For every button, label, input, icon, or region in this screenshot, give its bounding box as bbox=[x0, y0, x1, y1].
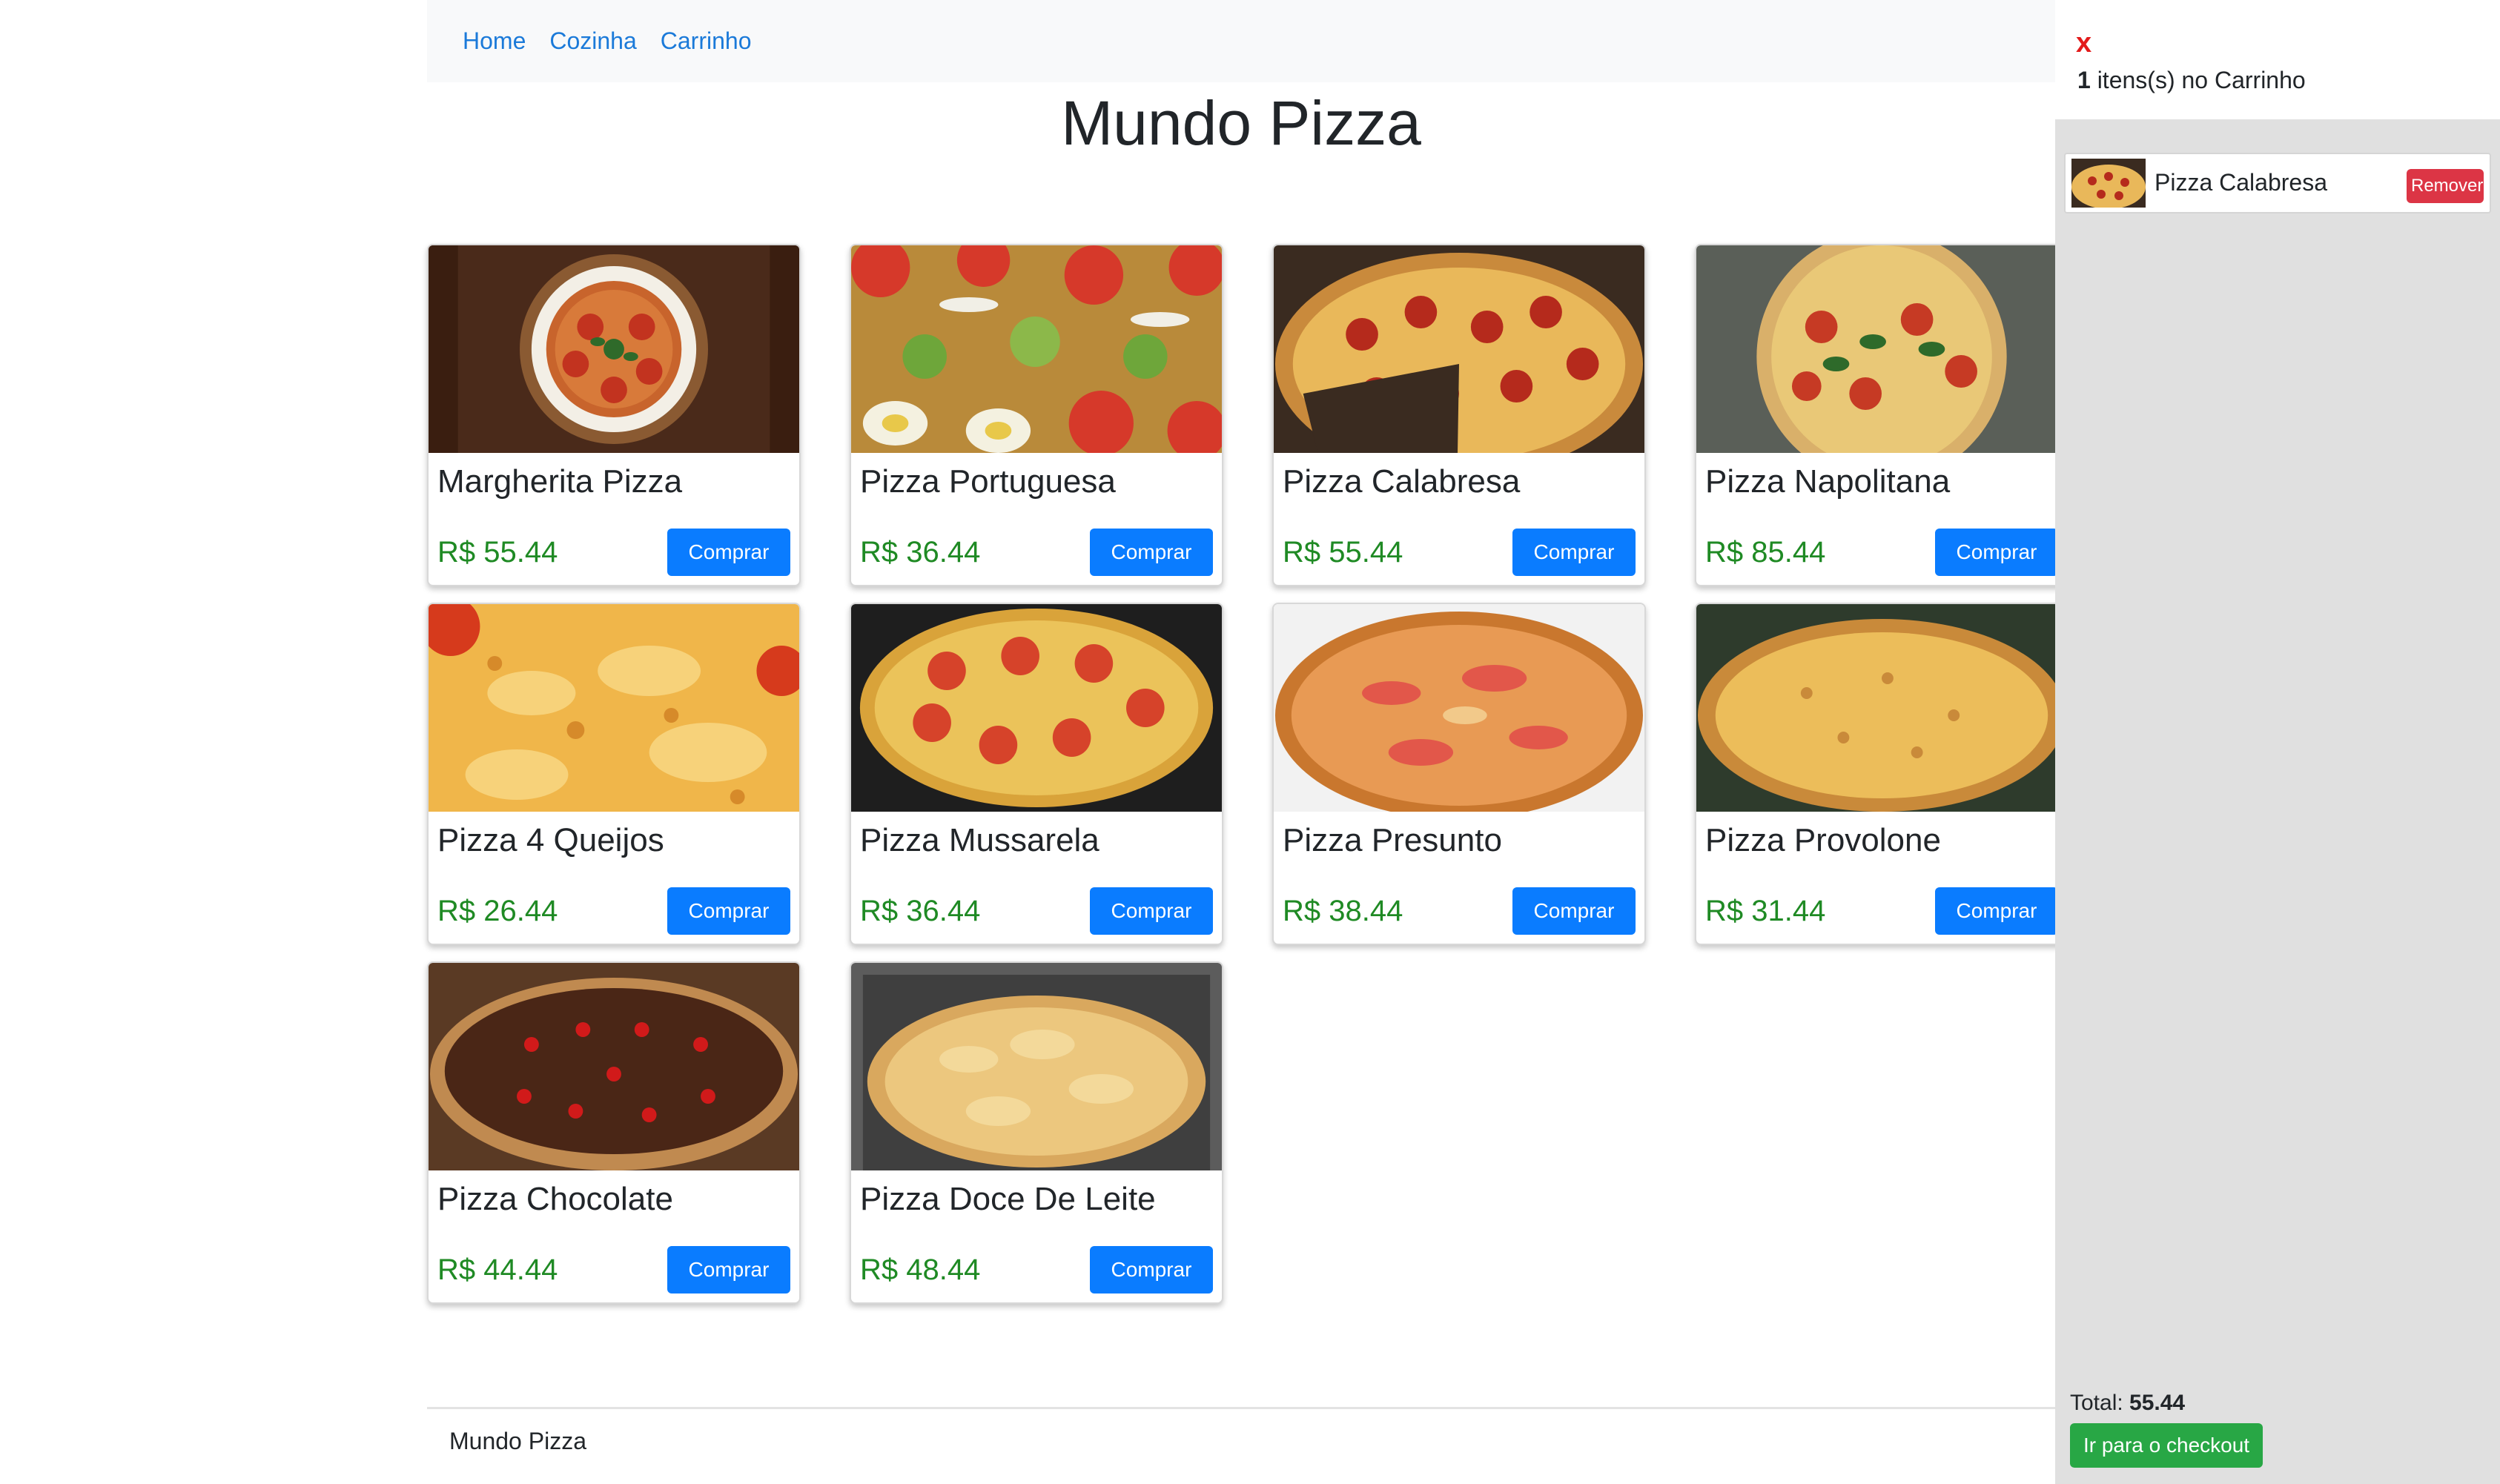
nav-link-carrinho[interactable]: Carrinho bbox=[661, 27, 752, 55]
cart-count: 1 itens(s) no Carrinho bbox=[2077, 67, 2306, 94]
product-price: R$ 31.44 bbox=[1705, 895, 1826, 927]
product-name: Pizza Doce De Leite bbox=[860, 1181, 1156, 1217]
buy-button[interactable]: Comprar bbox=[667, 1246, 790, 1293]
product-name: Pizza Provolone bbox=[1705, 822, 1941, 858]
product-image bbox=[429, 963, 799, 1170]
product-price: R$ 38.44 bbox=[1283, 895, 1403, 927]
buy-button[interactable]: Comprar bbox=[1090, 529, 1213, 576]
product-card: Pizza Presunto R$ 38.44 Comprar bbox=[1272, 603, 1646, 945]
cart-header: x 1 itens(s) no Carrinho bbox=[2055, 0, 2500, 119]
product-card: Pizza Napolitana R$ 85.44 Comprar bbox=[1695, 244, 2069, 586]
product-price: R$ 48.44 bbox=[860, 1253, 981, 1286]
nav-link-cozinha[interactable]: Cozinha bbox=[549, 27, 636, 55]
cart-total-label: Total: bbox=[2070, 1391, 2130, 1415]
product-name: Pizza Presunto bbox=[1283, 822, 1502, 858]
buy-button[interactable]: Comprar bbox=[1935, 529, 2058, 576]
buy-button[interactable]: Comprar bbox=[1090, 1246, 1213, 1293]
close-icon[interactable]: x bbox=[2076, 27, 2091, 59]
product-price: R$ 36.44 bbox=[860, 536, 981, 569]
product-price: R$ 36.44 bbox=[860, 895, 981, 927]
product-card: Margherita Pizza R$ 55.44 Comprar bbox=[427, 244, 801, 586]
product-card: Pizza Provolone R$ 31.44 Comprar bbox=[1695, 603, 2069, 945]
product-card: Pizza Doce De Leite R$ 48.44 Comprar bbox=[850, 961, 1223, 1304]
product-price: R$ 26.44 bbox=[437, 895, 558, 927]
cart-item: Pizza Calabresa Remover bbox=[2064, 153, 2491, 213]
buy-button[interactable]: Comprar bbox=[1512, 887, 1636, 935]
product-image bbox=[851, 245, 1222, 453]
product-price: R$ 44.44 bbox=[437, 1253, 558, 1286]
product-card: Pizza Chocolate R$ 44.44 Comprar bbox=[427, 961, 801, 1304]
cart-item-name: Pizza Calabresa bbox=[2155, 169, 2327, 196]
product-image bbox=[429, 245, 799, 453]
product-name: Pizza Chocolate bbox=[437, 1181, 673, 1217]
product-image bbox=[1274, 245, 1644, 453]
product-name: Pizza Portuguesa bbox=[860, 463, 1116, 500]
product-name: Pizza Calabresa bbox=[1283, 463, 1521, 500]
product-card: Pizza Portuguesa R$ 36.44 Comprar bbox=[850, 244, 1223, 586]
product-image bbox=[851, 604, 1222, 812]
product-name: Pizza Mussarela bbox=[860, 822, 1099, 858]
product-card: Pizza Calabresa R$ 55.44 Comprar bbox=[1272, 244, 1646, 586]
cart-total-value: 55.44 bbox=[2129, 1391, 2186, 1415]
cart-panel: x 1 itens(s) no Carrinho Pizza Calabresa… bbox=[2055, 0, 2500, 1484]
product-image bbox=[1696, 604, 2067, 812]
buy-button[interactable]: Comprar bbox=[1090, 887, 1213, 935]
product-image bbox=[851, 963, 1222, 1170]
buy-button[interactable]: Comprar bbox=[667, 887, 790, 935]
product-name: Pizza 4 Queijos bbox=[437, 822, 664, 858]
product-price: R$ 85.44 bbox=[1705, 536, 1826, 569]
cart-count-number: 1 bbox=[2077, 67, 2091, 93]
checkout-button[interactable]: Ir para o checkout bbox=[2070, 1423, 2263, 1468]
product-card: Pizza Mussarela R$ 36.44 Comprar bbox=[850, 603, 1223, 945]
footer-divider bbox=[427, 1407, 2055, 1409]
product-price: R$ 55.44 bbox=[1283, 536, 1403, 569]
cart-total: Total: 55.44 bbox=[2070, 1391, 2185, 1416]
page-title: Mundo Pizza bbox=[1061, 88, 1421, 158]
product-image bbox=[1274, 604, 1644, 812]
navbar: Home Cozinha Carrinho bbox=[427, 0, 2055, 82]
remove-button[interactable]: Remover bbox=[2407, 169, 2484, 203]
product-price: R$ 55.44 bbox=[437, 536, 558, 569]
product-image bbox=[429, 604, 799, 812]
footer-text: Mundo Pizza bbox=[449, 1428, 586, 1454]
product-name: Pizza Napolitana bbox=[1705, 463, 1951, 500]
cart-count-label: itens(s) no Carrinho bbox=[2090, 67, 2306, 93]
buy-button[interactable]: Comprar bbox=[1935, 887, 2058, 935]
cart-item-image bbox=[2071, 159, 2146, 208]
nav-link-home[interactable]: Home bbox=[463, 27, 526, 55]
product-card: Pizza 4 Queijos R$ 26.44 Comprar bbox=[427, 603, 801, 945]
buy-button[interactable]: Comprar bbox=[1512, 529, 1636, 576]
product-image bbox=[1696, 245, 2067, 453]
buy-button[interactable]: Comprar bbox=[667, 529, 790, 576]
product-name: Margherita Pizza bbox=[437, 463, 683, 500]
